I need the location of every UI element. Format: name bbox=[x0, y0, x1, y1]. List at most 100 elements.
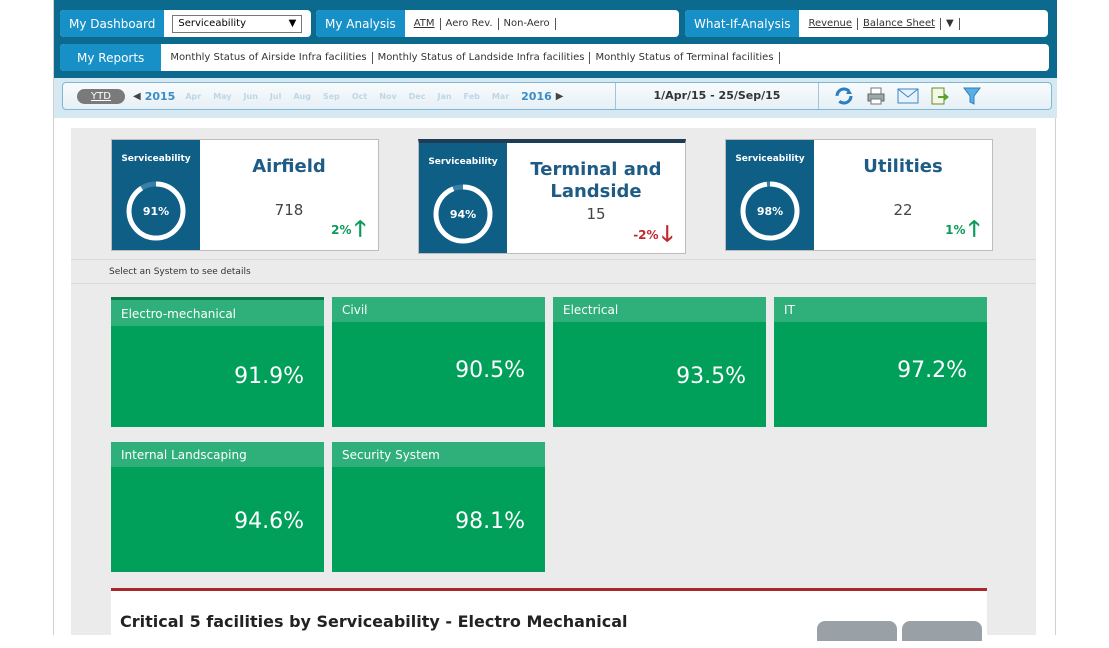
toolbar-icons bbox=[833, 85, 993, 107]
analysis-link-non-aero[interactable]: Non-Aero bbox=[499, 17, 556, 30]
my-dashboard-button[interactable]: My Dashboard bbox=[60, 10, 165, 37]
month-label[interactable]: Aug bbox=[293, 92, 311, 101]
arrow-up-icon: 🡑 bbox=[968, 217, 980, 242]
system-tile-civil[interactable]: Civil 90.5% bbox=[332, 297, 545, 427]
email-icon[interactable] bbox=[897, 85, 919, 107]
arrow-up-icon: 🡑 bbox=[354, 217, 366, 242]
kpi-details: Airfield 718 2% 🡑 bbox=[200, 140, 378, 250]
kpi-delta: 2% 🡑 bbox=[331, 217, 366, 242]
panel-option-tab[interactable] bbox=[902, 621, 982, 641]
kpi-delta-value: -2% bbox=[633, 228, 659, 242]
kpi-percent: 98% bbox=[757, 205, 783, 218]
month-slider[interactable]: Apr May Jun Jul Aug Sep Oct Nov Dec Jan … bbox=[185, 92, 521, 101]
system-tile-value: 91.9% bbox=[234, 364, 304, 389]
kpi-ring: 94% bbox=[433, 184, 493, 244]
prev-year-arrow-icon[interactable]: ◀ bbox=[133, 91, 141, 102]
month-label[interactable]: Mar bbox=[492, 92, 509, 101]
kpi-details: Utilities 22 1% 🡑 bbox=[814, 140, 992, 250]
analysis-link-atm[interactable]: ATM bbox=[409, 17, 441, 30]
kpi-count: 15 bbox=[586, 205, 606, 223]
system-tile-value: 94.6% bbox=[234, 509, 304, 534]
whatif-links: Revenue Balance Sheet ▼ bbox=[799, 17, 960, 30]
kpi-percent: 94% bbox=[450, 208, 476, 221]
kpi-card-utilities[interactable]: Serviceability 98% Utilities 22 1% 🡑 bbox=[725, 139, 993, 251]
ytd-button[interactable]: YTD bbox=[77, 88, 125, 104]
kpi-serviceability-label: Serviceability bbox=[121, 154, 191, 164]
system-tile-name: Electrical bbox=[553, 297, 766, 322]
system-tile-name: IT bbox=[774, 297, 987, 322]
dashboard-select-value: Serviceability bbox=[178, 18, 246, 29]
my-analysis-button[interactable]: My Analysis bbox=[316, 10, 405, 37]
kpi-serviceability-panel: Serviceability 94% bbox=[419, 143, 507, 253]
report-link-landside[interactable]: Monthly Status of Landside Infra facilit… bbox=[373, 51, 591, 64]
month-label[interactable]: Oct bbox=[352, 92, 367, 101]
whatif-more-dropdown[interactable]: ▼ bbox=[941, 17, 960, 30]
month-label[interactable]: Jan bbox=[437, 92, 451, 101]
system-tile-value: 98.1% bbox=[455, 509, 525, 534]
dashboard-select[interactable]: Serviceability ▼ bbox=[172, 14, 303, 33]
date-range: 1/Apr/15 - 25/Sep/15 bbox=[615, 83, 819, 109]
system-tile-value: 93.5% bbox=[676, 364, 746, 389]
whatif-link-balance-sheet[interactable]: Balance Sheet bbox=[858, 17, 942, 30]
system-tile-value: 90.5% bbox=[455, 358, 525, 383]
panel-option-tab[interactable] bbox=[817, 621, 897, 641]
whatif-link-revenue[interactable]: Revenue bbox=[803, 17, 859, 30]
time-selector: YTD ◀ 2015 Apr May Jun Jul Aug Sep Oct N… bbox=[62, 82, 1052, 110]
month-label[interactable]: Nov bbox=[379, 92, 396, 101]
month-label[interactable]: Jun bbox=[244, 92, 258, 101]
kpi-serviceability-panel: Serviceability 91% bbox=[112, 140, 200, 250]
system-tile-it[interactable]: IT 97.2% bbox=[774, 297, 987, 427]
kpi-serviceability-panel: Serviceability 98% bbox=[726, 140, 814, 250]
system-tile-security-system[interactable]: Security System 98.1% bbox=[332, 442, 545, 572]
year-end: 2016 bbox=[521, 89, 552, 103]
kpi-title: Airfield bbox=[252, 156, 326, 177]
report-link-terminal[interactable]: Monthly Status of Terminal facilities bbox=[590, 51, 780, 64]
month-label[interactable]: Feb bbox=[464, 92, 480, 101]
next-year-arrow-icon[interactable]: ▶ bbox=[556, 91, 564, 102]
report-links: Monthly Status of Airside Infra faciliti… bbox=[161, 51, 780, 64]
month-label[interactable]: Apr bbox=[185, 92, 201, 101]
month-label[interactable]: May bbox=[213, 92, 231, 101]
analysis-links: ATM Aero Rev. Non-Aero bbox=[405, 17, 556, 30]
arrow-down-icon: 🡓 bbox=[661, 222, 673, 247]
kpi-percent: 91% bbox=[143, 205, 169, 218]
kpi-ring: 98% bbox=[740, 181, 800, 241]
kpi-title: Utilities bbox=[863, 156, 943, 177]
kpi-delta-value: 1% bbox=[945, 223, 966, 237]
kpi-count: 22 bbox=[893, 201, 913, 219]
filter-icon[interactable] bbox=[961, 85, 983, 107]
main-content: Serviceability 91% Airfield 718 2% 🡑 Ser… bbox=[71, 128, 1036, 648]
month-label[interactable]: Jul bbox=[270, 92, 281, 101]
system-tile-electro-mechanical[interactable]: Electro-mechanical 91.9% bbox=[111, 297, 324, 427]
system-tile-name: Security System bbox=[332, 442, 545, 467]
system-tile-name: Internal Landscaping bbox=[111, 442, 324, 467]
system-tile-internal-landscaping[interactable]: Internal Landscaping 94.6% bbox=[111, 442, 324, 572]
print-icon[interactable] bbox=[865, 85, 887, 107]
kpi-serviceability-label: Serviceability bbox=[428, 157, 498, 167]
report-link-airside[interactable]: Monthly Status of Airside Infra faciliti… bbox=[165, 51, 373, 64]
kpi-card-airfield[interactable]: Serviceability 91% Airfield 718 2% 🡑 bbox=[111, 139, 379, 251]
analysis-link-aero-rev[interactable]: Aero Rev. bbox=[441, 17, 499, 30]
month-label[interactable]: Dec bbox=[409, 92, 426, 101]
kpi-card-terminal-landside[interactable]: Serviceability 94% Terminal and Landside… bbox=[418, 139, 686, 254]
my-reports-button[interactable]: My Reports bbox=[60, 44, 162, 71]
chevron-down-icon: ▼ bbox=[288, 18, 297, 29]
refresh-icon[interactable] bbox=[833, 85, 855, 107]
kpi-title: Terminal and Landside bbox=[507, 159, 685, 203]
year-start: 2015 bbox=[144, 89, 176, 103]
system-tile-name: Civil bbox=[332, 297, 545, 322]
export-icon[interactable] bbox=[929, 85, 951, 107]
kpi-serviceability-label: Serviceability bbox=[735, 154, 805, 164]
month-label[interactable]: Sep bbox=[323, 92, 340, 101]
time-toolbar-area: YTD ◀ 2015 Apr May Jun Jul Aug Sep Oct N… bbox=[54, 78, 1057, 118]
divider bbox=[71, 259, 1036, 260]
system-tile-name: Electro-mechanical bbox=[111, 300, 324, 326]
kpi-details: Terminal and Landside 15 -2% 🡓 bbox=[507, 143, 685, 253]
top-navigation: My Dashboard Serviceability ▼ My Analysi… bbox=[54, 0, 1057, 78]
reports-group: My Reports Monthly Status of Airside Inf… bbox=[60, 44, 1049, 71]
system-tile-electrical[interactable]: Electrical 93.5% bbox=[553, 297, 766, 427]
divider bbox=[71, 283, 1036, 284]
what-if-analysis-button[interactable]: What-If-Analysis bbox=[685, 10, 800, 37]
whatif-group: What-If-Analysis Revenue Balance Sheet ▼ bbox=[685, 10, 1048, 37]
kpi-title-line2: Landside bbox=[550, 181, 642, 202]
